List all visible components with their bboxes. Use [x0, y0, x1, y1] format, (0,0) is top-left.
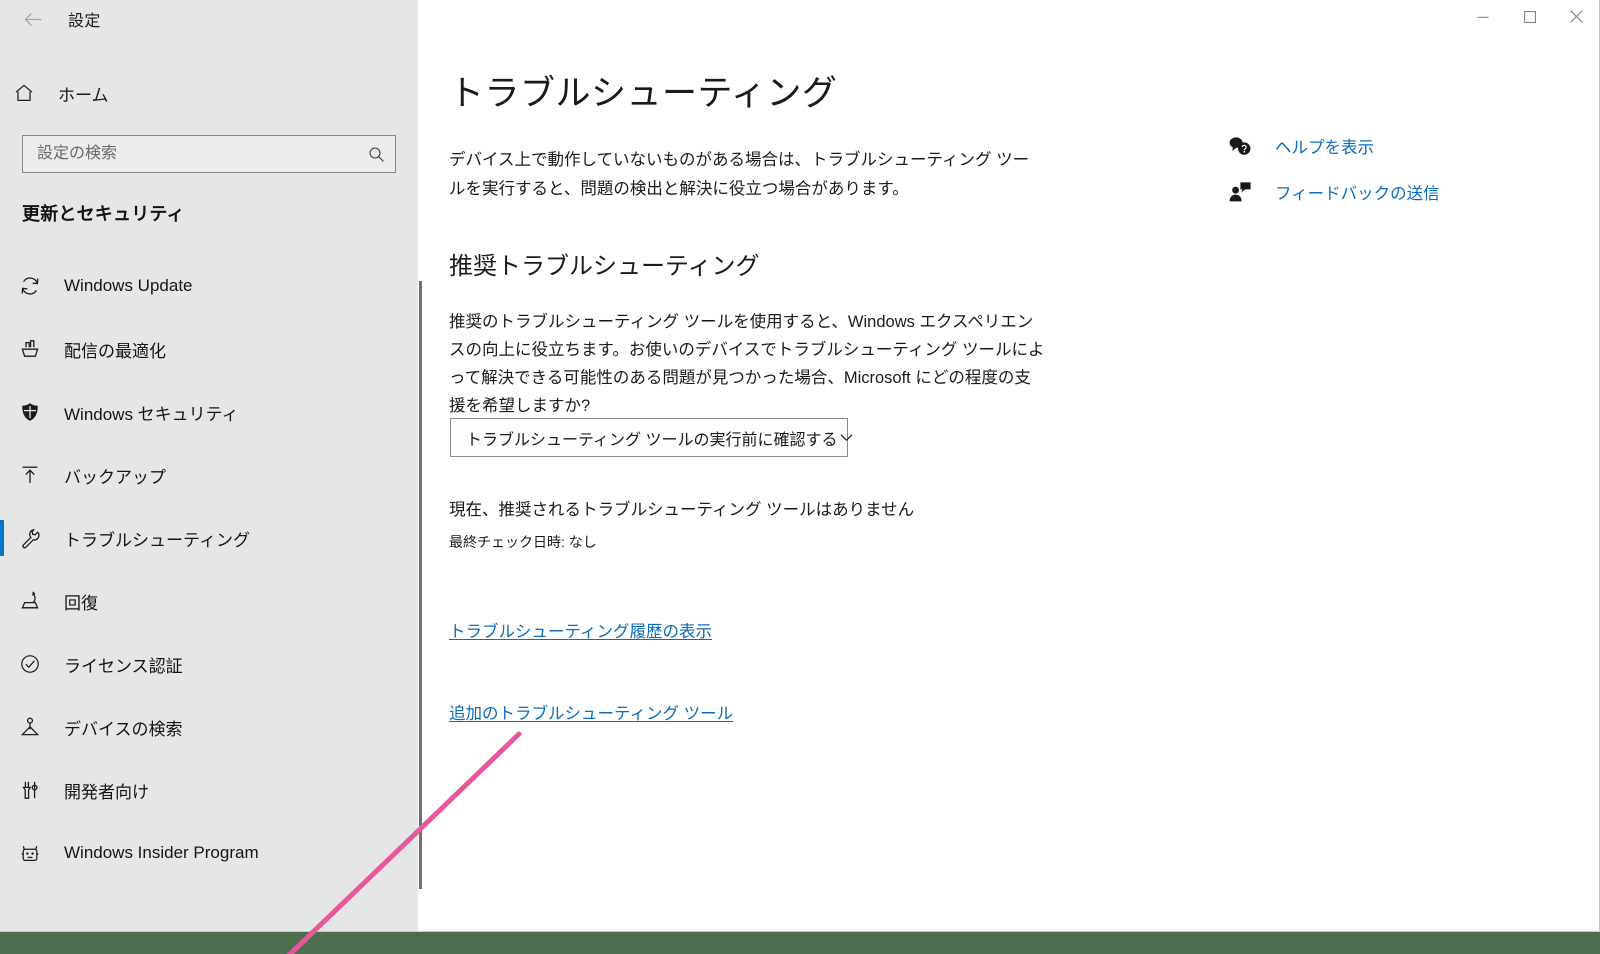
search-box[interactable]	[22, 135, 396, 173]
status-no-recommendations: 現在、推奨されるトラブルシューティング ツールはありません	[449, 501, 915, 519]
sidebar-item-activation[interactable]: ライセンス認証	[0, 643, 418, 685]
selection-accent	[0, 331, 4, 367]
sidebar-item-home-label: ホーム	[58, 85, 109, 105]
recommended-troubleshooting-dropdown[interactable]: トラブルシューティング ツールの実行前に確認する	[450, 418, 852, 457]
shield-icon	[6, 401, 54, 423]
sidebar-scrollbar[interactable]	[419, 281, 422, 889]
status-last-checked: 最終チェック日時: なし	[449, 534, 597, 550]
selection-accent	[0, 709, 4, 745]
selection-accent	[0, 268, 4, 304]
dropdown-selected-value: トラブルシューティング ツールの実行前に確認する	[466, 431, 838, 449]
developer-tools-icon	[6, 779, 54, 801]
sidebar-item-label: 開発者向け	[64, 782, 149, 802]
window-controls	[1459, 0, 1599, 33]
sidebar-item-label: Windows Insider Program	[64, 843, 259, 862]
sidebar-item-home[interactable]: ホーム	[0, 72, 418, 114]
sidebar-group-title: 更新とセキュリティ	[22, 204, 185, 224]
check-circle-icon	[6, 653, 54, 675]
back-button[interactable]	[10, 0, 56, 38]
desktop-background-strip	[0, 932, 1600, 954]
backup-upload-icon	[6, 464, 54, 486]
sidebar-item-windows-insider-program[interactable]: Windows Insider Program	[0, 832, 418, 874]
sidebar-item-backup[interactable]: バックアップ	[0, 454, 418, 496]
chevron-down-icon	[838, 429, 855, 446]
help-link-label: フィードバックの送信	[1275, 185, 1440, 203]
recovery-icon	[6, 590, 54, 612]
selection-accent	[0, 646, 4, 682]
section-description: 推奨のトラブルシューティング ツールを使用すると、Windows エクスペリエン…	[449, 313, 1045, 415]
settings-window: ホーム 更新とセキュリティ	[0, 0, 1600, 932]
sidebar-item-find-device[interactable]: デバイスの検索	[0, 706, 418, 748]
sidebar: ホーム 更新とセキュリティ	[0, 0, 418, 931]
app-title: 設定	[68, 13, 101, 30]
sidebar-item-delivery-optimization[interactable]: 配信の最適化	[0, 328, 418, 370]
page-title: トラブルシューティング	[449, 74, 838, 113]
sidebar-item-label: 配信の最適化	[64, 341, 166, 361]
selection-accent	[0, 457, 4, 493]
selection-accent	[0, 520, 4, 556]
main-content: トラブルシューティング デバイス上で動作していないものがある場合は、トラブルシュ…	[423, 38, 1599, 931]
feedback-person-icon	[1219, 181, 1261, 203]
sidebar-item-label: トラブルシューティング	[64, 530, 250, 550]
intro-text: デバイス上で動作していないものがある場合は、トラブルシューティング ツールを実行…	[449, 151, 1030, 198]
selection-accent	[0, 394, 4, 430]
link-view-troubleshooting-history[interactable]: トラブルシューティング履歴の表示	[449, 618, 712, 642]
help-link-get-help[interactable]: ヘルプを表示	[1219, 130, 1549, 162]
selection-accent	[0, 835, 4, 871]
sidebar-item-label: Windows Update	[64, 276, 193, 295]
minimize-button[interactable]	[1459, 0, 1506, 33]
wrench-icon	[6, 527, 54, 549]
link-additional-troubleshooters[interactable]: 追加のトラブルシューティング ツール	[449, 700, 733, 724]
sidebar-item-label: デバイスの検索	[64, 719, 183, 739]
title-bar: 設定	[0, 0, 1599, 38]
section-title-recommended: 推奨トラブルシューティング	[449, 253, 760, 280]
help-link-label: ヘルプを表示	[1275, 139, 1374, 157]
sidebar-item-label: バックアップ	[64, 467, 166, 487]
search-input[interactable]	[23, 144, 357, 164]
selection-accent	[0, 583, 4, 619]
search-icon[interactable]	[357, 146, 395, 163]
sidebar-item-label: ライセンス認証	[64, 656, 183, 676]
find-device-icon	[6, 716, 54, 738]
home-icon	[0, 82, 48, 104]
sidebar-item-troubleshoot[interactable]: トラブルシューティング	[0, 517, 418, 559]
sidebar-item-label: 回復	[64, 593, 98, 613]
sidebar-nav-list: Windows Update 配信の最適化 Windows セキュリティ バック…	[0, 265, 418, 895]
selection-accent	[0, 772, 4, 808]
sidebar-item-windows-update[interactable]: Windows Update	[0, 265, 418, 307]
sidebar-item-windows-security[interactable]: Windows セキュリティ	[0, 391, 418, 433]
maximize-button[interactable]	[1506, 0, 1553, 33]
insider-cat-icon	[6, 842, 54, 864]
sync-refresh-icon	[6, 275, 54, 297]
help-link-send-feedback[interactable]: フィードバックの送信	[1219, 176, 1549, 208]
close-button[interactable]	[1553, 0, 1599, 33]
delivery-optimization-icon	[6, 338, 54, 360]
sidebar-item-for-developers[interactable]: 開発者向け	[0, 769, 418, 811]
sidebar-item-label: Windows セキュリティ	[64, 404, 239, 424]
sidebar-item-recovery[interactable]: 回復	[0, 580, 418, 622]
help-links-column: ヘルプを表示 フィードバックの送信	[1219, 130, 1549, 222]
help-question-bubble-icon	[1219, 135, 1261, 157]
